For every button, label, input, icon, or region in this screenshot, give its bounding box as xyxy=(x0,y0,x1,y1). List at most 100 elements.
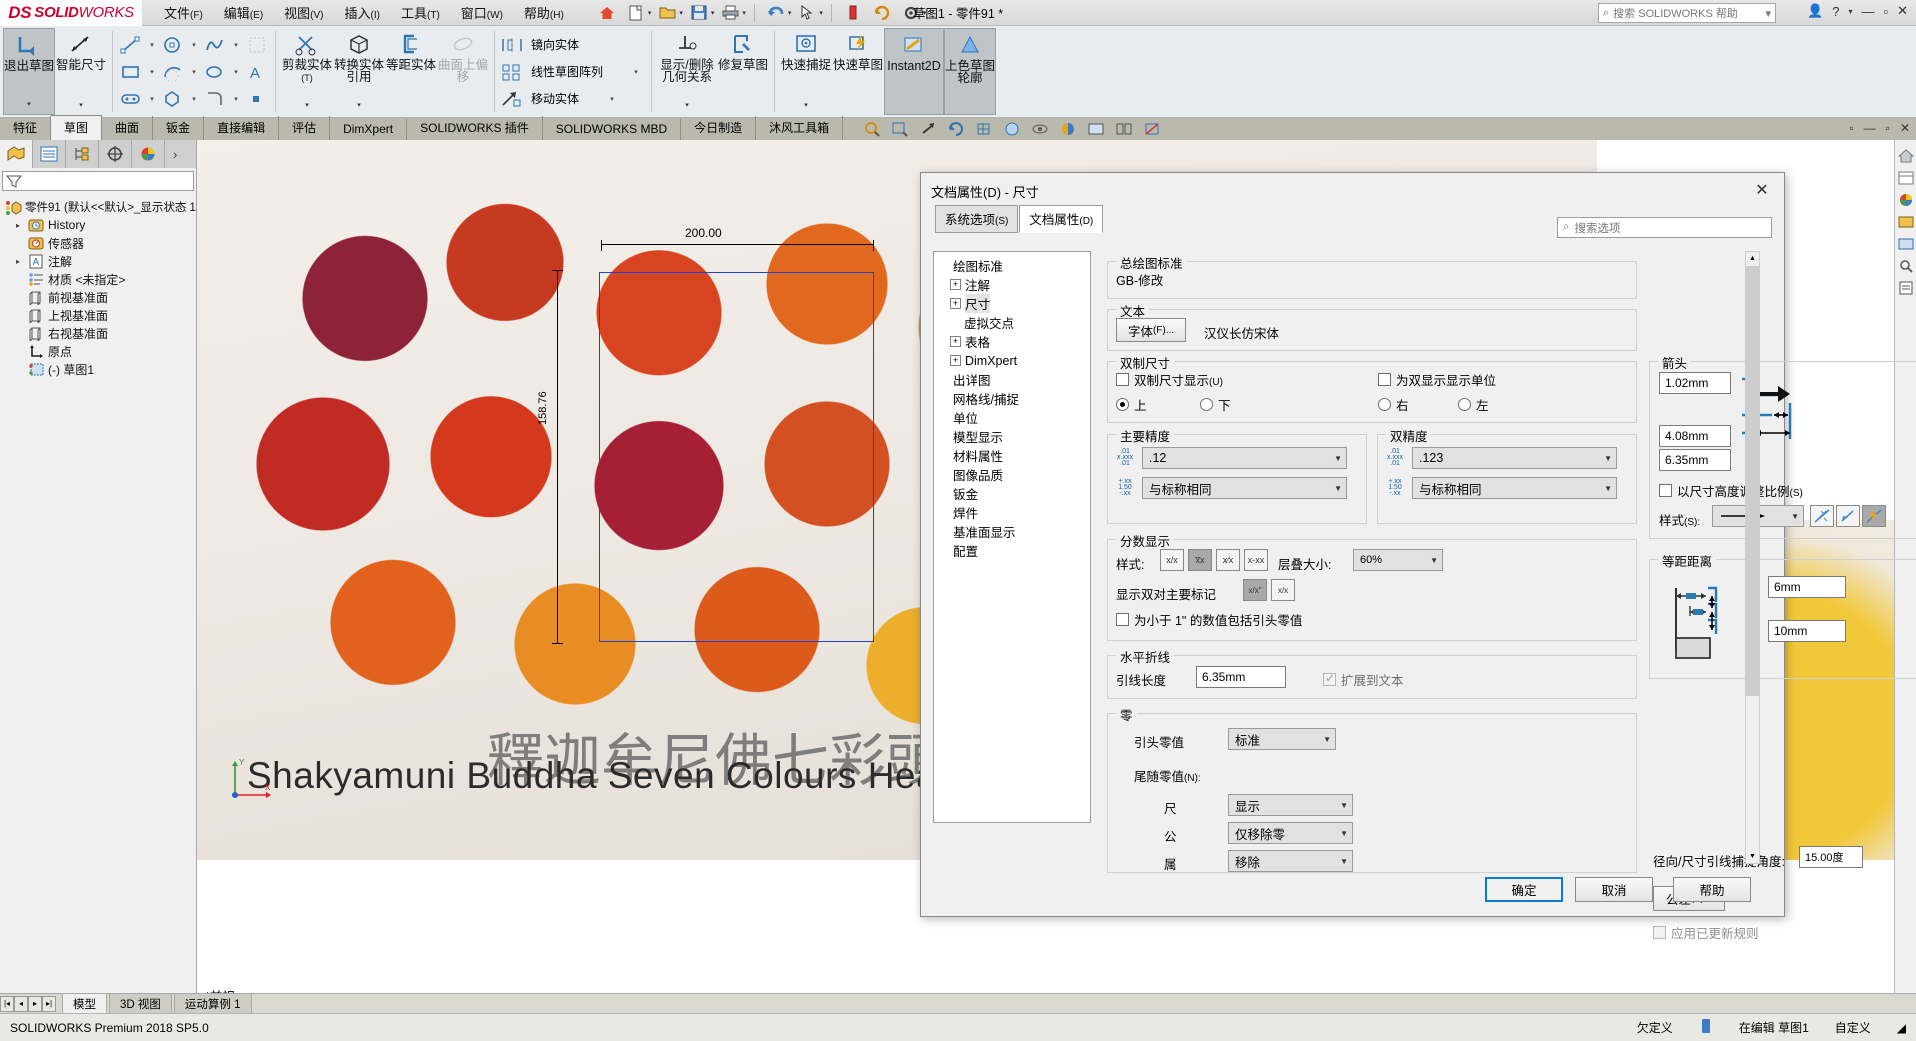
trim-dropdown[interactable]: ▾ xyxy=(305,100,309,115)
ellipse-icon[interactable] xyxy=(200,60,230,84)
primary-tolerance-precision-combo[interactable]: 与标称相同 ▼ xyxy=(1142,477,1347,499)
tree-node-sketch1[interactable]: (-) 草图1 xyxy=(2,360,196,378)
trailing-tolerance-combo[interactable]: 仅移除零 ▼ xyxy=(1228,822,1353,844)
menu-insert[interactable]: 插入(I) xyxy=(345,3,380,22)
open-icon[interactable] xyxy=(654,2,680,24)
vertical-dimension-value[interactable]: 158.76 xyxy=(537,391,549,425)
feature-tree-filter-input[interactable] xyxy=(2,171,194,191)
nav-units[interactable]: 单位 xyxy=(936,408,1088,427)
arrow-placement-inside-icon[interactable] xyxy=(1836,505,1860,527)
rectangle-icon[interactable] xyxy=(116,60,146,84)
status-resize-grip[interactable]: ◢ xyxy=(1897,1021,1906,1035)
menu-view[interactable]: 视图(V) xyxy=(284,3,323,22)
home-view-icon[interactable] xyxy=(1896,146,1916,166)
dual-position-left-radio[interactable]: 左 xyxy=(1458,395,1489,414)
polygon-dropdown[interactable]: ▾ xyxy=(188,95,200,103)
arrow-height-input[interactable]: 1.02mm xyxy=(1659,372,1731,394)
tab-system-options[interactable]: 系统选项(S) xyxy=(935,205,1019,233)
hide-show-icon[interactable] xyxy=(1029,119,1051,139)
display-style-icon[interactable] xyxy=(1001,119,1023,139)
sketch-rectangle[interactable] xyxy=(599,272,874,642)
nav-virtual-sharps[interactable]: 虚拟交点 xyxy=(936,313,1088,332)
tree-arrow-history[interactable]: ▸ xyxy=(12,221,24,230)
measure-icon[interactable] xyxy=(840,2,866,24)
tree-node-front-plane[interactable]: 前视基准面 xyxy=(2,288,196,306)
nav-tables[interactable]: + 表格 xyxy=(936,332,1088,351)
snap-angle-input[interactable]: 15.00度 xyxy=(1799,846,1863,868)
arrow-placement-smart-icon[interactable] xyxy=(1862,505,1886,527)
zoom-to-fit-icon[interactable] xyxy=(861,119,883,139)
ok-button[interactable]: 确定 xyxy=(1485,877,1563,902)
rotate-view-icon[interactable] xyxy=(945,119,967,139)
select-icon[interactable] xyxy=(794,2,820,24)
mirror-entities-row[interactable]: 镜向实体 xyxy=(498,32,648,58)
custom-properties-icon[interactable] xyxy=(1896,278,1916,298)
tab-next-icon[interactable]: ▸ xyxy=(28,995,42,1012)
nav-expander-icon[interactable]: + xyxy=(950,298,961,309)
linear-fraction-icon[interactable]: x-xx xyxy=(1244,549,1268,571)
tab-direct-editing[interactable]: 直接编辑 xyxy=(204,116,280,140)
stack-size-combo[interactable]: 60% ▼ xyxy=(1353,549,1443,571)
view-orientation-icon[interactable] xyxy=(973,119,995,139)
configuration-manager-icon[interactable] xyxy=(66,140,99,168)
section-view-icon[interactable] xyxy=(1141,119,1163,139)
rapid-sketch-button[interactable]: 快速草图 xyxy=(832,28,884,115)
nav-material-properties[interactable]: 材料属性 xyxy=(936,446,1088,465)
nav-model-display[interactable]: 模型显示 xyxy=(936,427,1088,446)
vertical-dimension-line[interactable] xyxy=(557,270,558,644)
move-entities-row[interactable]: 移动实体 ▾ xyxy=(498,86,648,112)
nav-detailing[interactable]: 出详图 xyxy=(936,370,1088,389)
menu-file[interactable]: 文件(F) xyxy=(164,3,203,22)
dual-position-right-radio[interactable]: 右 xyxy=(1378,395,1409,414)
ellipse-dropdown[interactable]: ▾ xyxy=(230,68,242,76)
tab-surfaces[interactable]: 曲面 xyxy=(102,116,154,140)
nav-dimensions[interactable]: + 尺寸 xyxy=(936,294,1088,313)
close-button[interactable]: ✕ xyxy=(1897,3,1908,19)
horizontal-dimension-value[interactable]: 200.00 xyxy=(685,226,722,240)
view-settings-icon[interactable] xyxy=(1113,119,1135,139)
help-icon[interactable]: ? xyxy=(1832,4,1839,19)
dual-mark-plain-icon[interactable]: x/x xyxy=(1271,579,1295,601)
tab-manufacturing-today[interactable]: 今日制造 xyxy=(681,116,757,140)
dual-mark-quote-icon[interactable]: x/x" xyxy=(1243,579,1267,601)
scale-with-dim-height-checkbox[interactable]: 以尺寸高度调整比例(S) xyxy=(1659,481,1803,500)
slot-icon[interactable] xyxy=(116,87,146,111)
dialog-close-icon[interactable]: ✕ xyxy=(1744,177,1780,203)
diagonal-fraction-icon[interactable]: x/x xyxy=(1160,549,1184,571)
menu-window[interactable]: 窗口(W) xyxy=(461,3,503,22)
first-offset-distance-input[interactable]: 6mm xyxy=(1768,576,1846,598)
offset-entities-button[interactable]: 等距实体 xyxy=(385,28,437,115)
doc-close-icon[interactable]: ✕ xyxy=(1900,121,1910,135)
linear-pattern-dropdown[interactable]: ▾ xyxy=(630,68,642,76)
leading-zero-checkbox[interactable]: 为小于 1" 的数值包括引头零值 xyxy=(1116,610,1302,629)
stacked-fraction-icon[interactable]: x̅x xyxy=(1188,549,1212,571)
tab-sw-addins[interactable]: SOLIDWORKS 插件 xyxy=(407,116,543,140)
dual-position-top-radio[interactable]: 上 xyxy=(1116,395,1147,414)
tree-node-annotations[interactable]: ▸ A 注解 xyxy=(2,252,196,270)
help-button[interactable]: 帮助 xyxy=(1673,877,1751,902)
polygon-icon[interactable] xyxy=(158,87,188,111)
smart-dimension-dropdown[interactable]: ▾ xyxy=(79,100,83,115)
scene-icon[interactable] xyxy=(1085,119,1107,139)
doctab-model[interactable]: 模型 xyxy=(62,993,107,1014)
menu-help[interactable]: 帮助(H) xyxy=(524,3,564,22)
tree-node-top-plane[interactable]: 上视基准面 xyxy=(2,306,196,324)
slot-dropdown[interactable]: ▾ xyxy=(146,95,158,103)
exit-sketch-button[interactable]: 退出草图 ▾ xyxy=(3,28,55,115)
rebuild-icon[interactable] xyxy=(869,2,895,24)
help-caret-icon[interactable]: ▾ xyxy=(1848,7,1852,16)
fillet-dropdown[interactable]: ▾ xyxy=(230,95,242,103)
trim-entities-button[interactable]: 剪裁实体(T) ▾ xyxy=(281,28,333,115)
nav-expander-icon[interactable]: + xyxy=(950,336,961,347)
tree-node-part[interactable]: 零件91 (默认<<默认>_显示状态 1>) xyxy=(2,198,207,216)
save-icon[interactable] xyxy=(686,2,712,24)
view-palette-icon[interactable] xyxy=(1896,168,1916,188)
tree-node-right-plane[interactable]: 右视基准面 xyxy=(2,324,196,342)
circle-dropdown[interactable]: ▾ xyxy=(188,41,200,49)
nav-sheet-metal[interactable]: 钣金 xyxy=(936,484,1088,503)
dialog-search-input[interactable]: ⌕ 搜索选项 xyxy=(1557,217,1772,238)
leading-zeroes-combo[interactable]: 标准 ▼ xyxy=(1228,728,1336,750)
tab-prev-icon[interactable]: ◂ xyxy=(14,995,28,1012)
nav-annotations[interactable]: + 注解 xyxy=(936,275,1088,294)
dialog-scrollbar[interactable]: ▲ ▼ xyxy=(1745,251,1760,864)
